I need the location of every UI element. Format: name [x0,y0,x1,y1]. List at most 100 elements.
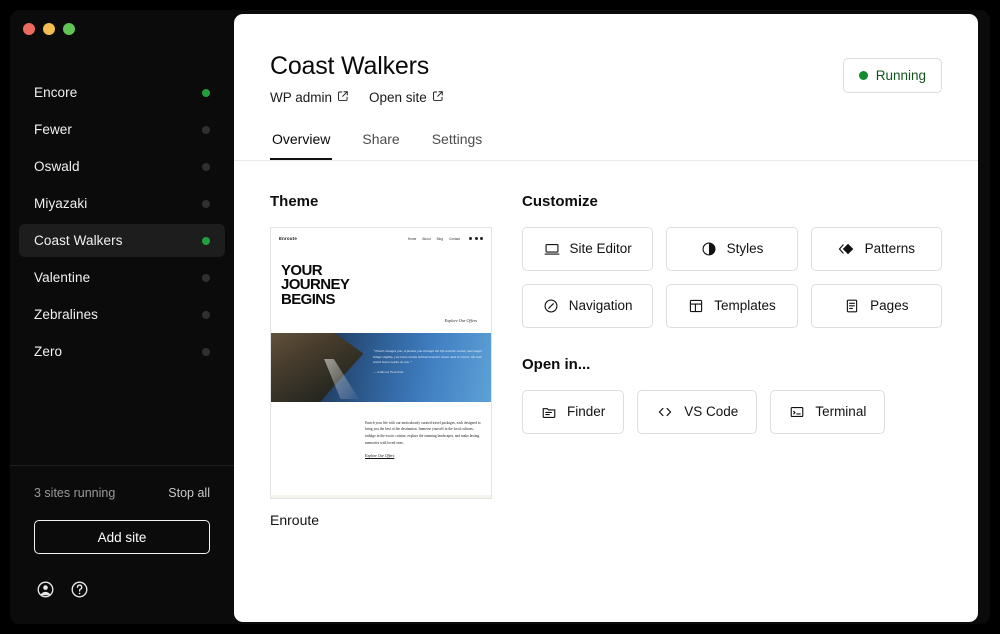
terminal-label: Terminal [815,404,866,419]
preview-upcoming-section: UPCOMING [271,495,491,499]
sidebar-item-valentine[interactable]: Valentine [19,261,225,294]
preview-nav-item: About [422,237,430,241]
terminal-button[interactable]: Terminal [770,390,885,434]
preview-paragraph: Enrich your life with our meticulously c… [365,421,481,445]
templates-button[interactable]: Templates [666,284,797,328]
navigation-compass-icon [543,298,559,314]
code-brackets-icon [656,404,674,420]
patterns-button[interactable]: Patterns [811,227,942,271]
status-badge[interactable]: Running [843,58,942,93]
status-dot [202,311,210,319]
monitor-icon [544,241,560,257]
running-summary-row: 3 sites running Stop all [34,466,210,520]
close-window-button[interactable] [23,23,35,35]
open-in-grid: Finder VS Code [522,390,942,434]
site-list: Encore Fewer Oswald Miyazaki Coast Walke… [10,76,234,465]
folder-icon [541,404,557,420]
theme-name: Enroute [270,512,492,528]
customize-grid: Site Editor Styles [522,227,942,328]
preview-hero-image: “Travel changes you, it pushes you throu… [271,333,491,402]
search-icon [469,237,472,240]
sidebar-item-miyazaki[interactable]: Miyazaki [19,187,225,220]
patterns-diamond-icon [838,241,855,257]
sidebar-item-fewer[interactable]: Fewer [19,113,225,146]
header-links: WP admin [270,90,444,105]
status-dot-icon [859,71,868,80]
site-name: Zero [34,344,62,359]
status-badge-label: Running [876,68,926,83]
tab-share[interactable]: Share [360,131,401,160]
site-name: Coast Walkers [34,233,123,248]
site-editor-label: Site Editor [570,241,632,256]
stop-all-button[interactable]: Stop all [168,486,210,500]
page-title: Coast Walkers [270,52,444,81]
preview-paragraph-block: Enrich your life with our meticulously c… [365,420,481,485]
status-dot [202,163,210,171]
preview-nav-icons [469,237,483,240]
preview-nav-item: Blog [437,237,443,241]
running-count-label: 3 sites running [34,486,115,500]
open-site-link[interactable]: Open site [369,90,444,105]
actions-column: Customize Site Editor [522,193,942,528]
site-editor-button[interactable]: Site Editor [522,227,653,271]
navigation-button[interactable]: Navigation [522,284,653,328]
preview-quote-author: — Anthony Bourdain [373,370,483,376]
patterns-label: Patterns [865,241,915,256]
sidebar-item-oswald[interactable]: Oswald [19,150,225,183]
minimize-window-button[interactable] [43,23,55,35]
window-controls [10,10,234,54]
open-in-section: Open in... Finder [522,356,942,434]
finder-button[interactable]: Finder [522,390,624,434]
open-in-section-title: Open in... [522,356,942,373]
layout-templates-icon [688,298,704,314]
tab-bar: Overview Share Settings [234,131,978,161]
preview-nav-item: Home [408,237,417,241]
site-name: Oswald [34,159,80,174]
status-dot [202,126,210,134]
main-panel: Coast Walkers WP admin [234,14,978,622]
studio-window: Encore Fewer Oswald Miyazaki Coast Walke… [10,10,990,624]
customize-section-title: Customize [522,193,942,210]
sidebar-footer: 3 sites running Stop all Add site [10,465,234,624]
sidebar-item-coast-walkers[interactable]: Coast Walkers [19,224,225,257]
pages-button[interactable]: Pages [811,284,942,328]
status-dot [202,89,210,97]
wp-admin-link[interactable]: WP admin [270,90,349,105]
status-dot [202,200,210,208]
tab-settings[interactable]: Settings [430,131,485,160]
open-site-label: Open site [369,90,427,105]
preview-nav-item: Contact [449,237,460,241]
site-name: Miyazaki [34,196,87,211]
site-name: Fewer [34,122,72,137]
theme-section-title: Theme [270,193,492,210]
sidebar-item-encore[interactable]: Encore [19,76,225,109]
overview-body: Theme Enroute Home About Blog Contact [234,161,978,528]
site-name: Valentine [34,270,90,285]
user-icon [480,237,483,240]
preview-quote: “Travel changes you, it pushes you throu… [373,349,483,376]
account-circle-icon[interactable] [36,580,55,624]
preview-hero-link: Explore Our Offers [281,318,481,323]
finder-label: Finder [567,404,605,419]
preview-body: Enrich your life with our meticulously c… [271,402,491,495]
pages-label: Pages [870,298,908,313]
theme-preview-card[interactable]: Enroute Home About Blog Contact [270,227,492,499]
vs-code-button[interactable]: VS Code [637,390,757,434]
status-dot [202,274,210,282]
tab-overview[interactable]: Overview [270,131,332,160]
sidebar-item-zero[interactable]: Zero [19,335,225,368]
preview-body-link: Explore Our Offers [365,453,481,460]
preview-quote-text: “Travel changes you, it pushes you throu… [373,349,482,365]
preview-nav-items: Home About Blog Contact [408,237,483,241]
theme-section: Theme Enroute Home About Blog Contact [270,193,492,528]
wp-admin-label: WP admin [270,90,332,105]
external-link-icon [432,90,444,105]
terminal-icon [789,404,805,420]
add-site-button[interactable]: Add site [34,520,210,554]
panel-header: Coast Walkers WP admin [234,14,978,105]
sidebar-item-zebralines[interactable]: Zebralines [19,298,225,331]
maximize-window-button[interactable] [63,23,75,35]
help-circle-icon[interactable] [70,580,89,624]
styles-button[interactable]: Styles [666,227,797,271]
contrast-half-circle-icon [701,241,717,257]
